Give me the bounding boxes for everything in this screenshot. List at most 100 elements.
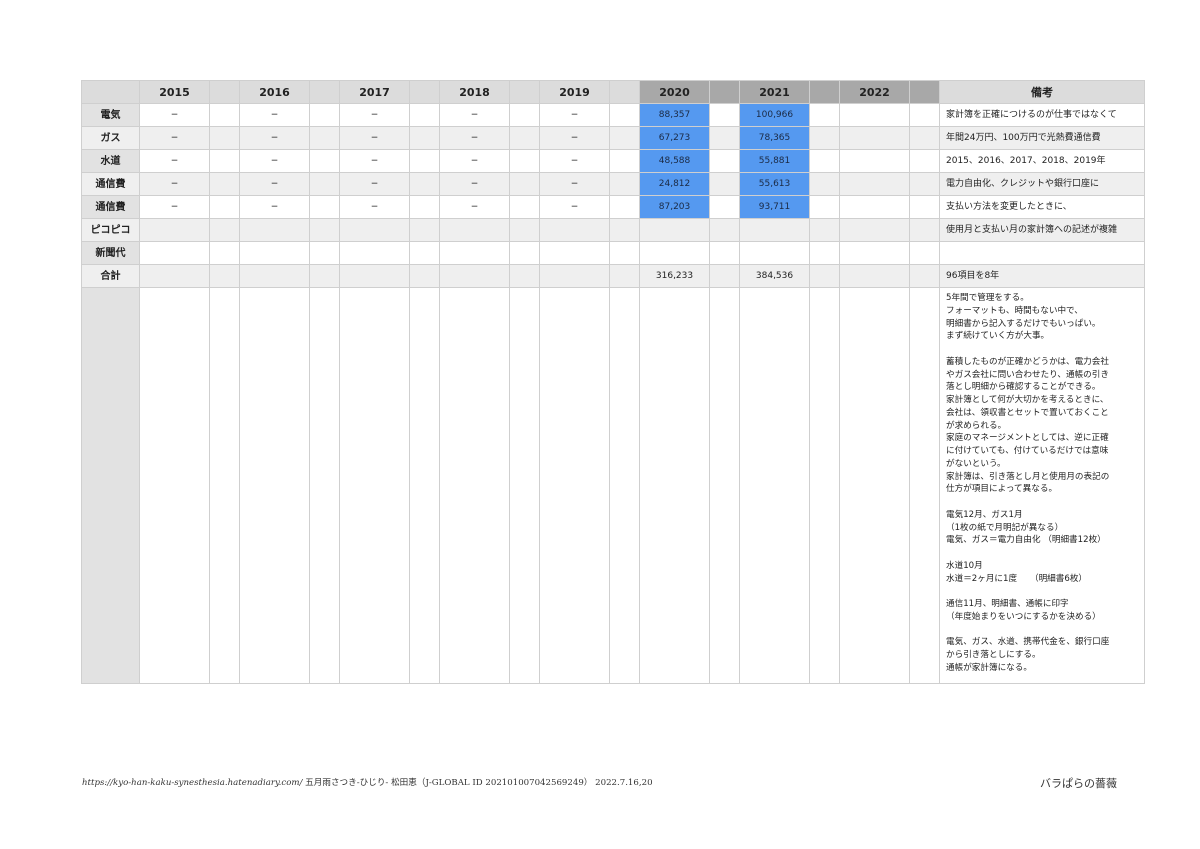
- cell-2018[interactable]: [439, 218, 510, 242]
- cell-2019[interactable]: −: [539, 149, 610, 173]
- cell-2016[interactable]: −: [239, 195, 310, 219]
- cell-spacer: [509, 241, 540, 265]
- cell-spacer: [209, 172, 240, 196]
- cell-2022[interactable]: [839, 241, 910, 265]
- row-note[interactable]: 96項目を8年: [939, 264, 1145, 288]
- cell-spacer: [709, 103, 740, 127]
- cell-2016[interactable]: −: [239, 103, 310, 127]
- cell-2021[interactable]: [739, 241, 810, 265]
- cell-2018[interactable]: −: [439, 103, 510, 127]
- cell-2016[interactable]: [239, 264, 310, 288]
- cell-2015[interactable]: [139, 218, 210, 242]
- footer-title: バラぱらの薔薇: [1040, 777, 1117, 790]
- cell-2015[interactable]: −: [139, 195, 210, 219]
- cell-2019[interactable]: −: [539, 172, 610, 196]
- cell-2022[interactable]: [839, 195, 910, 219]
- cell-2016[interactable]: [239, 218, 310, 242]
- header-spacer: [309, 80, 340, 104]
- cell-2016[interactable]: −: [239, 149, 310, 173]
- cell-2022[interactable]: [839, 172, 910, 196]
- cell-2020[interactable]: 88,357: [639, 103, 710, 127]
- cell-2019[interactable]: −: [539, 195, 610, 219]
- row-note[interactable]: 家計簿を正確につけるのが仕事ではなくて: [939, 103, 1145, 127]
- empty-cell: [409, 287, 440, 684]
- cell-2017[interactable]: −: [339, 103, 410, 127]
- cell-spacer: [409, 195, 440, 219]
- cell-2020[interactable]: 24,812: [639, 172, 710, 196]
- cell-2017[interactable]: −: [339, 149, 410, 173]
- cell-2016[interactable]: −: [239, 172, 310, 196]
- cell-2020[interactable]: 316,233: [639, 264, 710, 288]
- memo-text[interactable]: 5年間で管理をする。 フォーマットも、時間もない中で、 明細書から記入するだけで…: [939, 287, 1145, 684]
- cell-spacer: [809, 126, 840, 150]
- cell-2022[interactable]: [839, 103, 910, 127]
- cell-spacer: [709, 195, 740, 219]
- cell-2021[interactable]: [739, 218, 810, 242]
- cell-2022[interactable]: [839, 149, 910, 173]
- cell-spacer: [909, 149, 940, 173]
- cell-spacer: [409, 103, 440, 127]
- cell-2019[interactable]: −: [539, 103, 610, 127]
- cell-2015[interactable]: [139, 264, 210, 288]
- cell-2017[interactable]: [339, 218, 410, 242]
- cell-2020[interactable]: [639, 218, 710, 242]
- row-note[interactable]: 年間24万円、100万円で光熱費通信費: [939, 126, 1145, 150]
- cell-2015[interactable]: −: [139, 172, 210, 196]
- empty-cell: [209, 287, 240, 684]
- cell-2015[interactable]: −: [139, 149, 210, 173]
- cell-2015[interactable]: −: [139, 126, 210, 150]
- cell-2022[interactable]: [839, 126, 910, 150]
- table-row: ガス − − − − −67,273 78,365 年間24万円、100万円で光熱費通信費: [81, 126, 1145, 150]
- row-note[interactable]: 使用月と支払い月の家計簿への記述が複雑: [939, 218, 1145, 242]
- cell-2017[interactable]: −: [339, 126, 410, 150]
- cell-2015[interactable]: −: [139, 103, 210, 127]
- header-spacer: [609, 80, 640, 104]
- cell-2016[interactable]: −: [239, 126, 310, 150]
- row-note[interactable]: 2015、2016、2017、2018、2019年: [939, 149, 1145, 173]
- cell-2020[interactable]: 67,273: [639, 126, 710, 150]
- cell-spacer: [409, 241, 440, 265]
- cell-2015[interactable]: [139, 241, 210, 265]
- cell-2022[interactable]: [839, 218, 910, 242]
- cell-2021[interactable]: 55,881: [739, 149, 810, 173]
- table-row: 合計 316,233 384,536 96項目を8年: [81, 264, 1145, 288]
- cell-2018[interactable]: [439, 264, 510, 288]
- cell-spacer: [809, 172, 840, 196]
- cell-2018[interactable]: −: [439, 172, 510, 196]
- cell-2019[interactable]: [539, 218, 610, 242]
- cell-2016[interactable]: [239, 241, 310, 265]
- cell-2020[interactable]: 87,203: [639, 195, 710, 219]
- row-note[interactable]: 電力自由化、クレジットや銀行口座に: [939, 172, 1145, 196]
- cell-2021[interactable]: 384,536: [739, 264, 810, 288]
- cell-2020[interactable]: [639, 241, 710, 265]
- cell-2017[interactable]: [339, 264, 410, 288]
- row-label: 電気: [81, 103, 140, 127]
- cell-2021[interactable]: 55,613: [739, 172, 810, 196]
- cell-2017[interactable]: −: [339, 195, 410, 219]
- cell-2018[interactable]: −: [439, 149, 510, 173]
- empty-cell: [809, 287, 840, 684]
- cell-2020[interactable]: 48,588: [639, 149, 710, 173]
- cell-2017[interactable]: [339, 241, 410, 265]
- row-note[interactable]: [939, 241, 1145, 265]
- cell-2018[interactable]: −: [439, 195, 510, 219]
- header-year-2022: 2022: [839, 80, 910, 104]
- cell-2019[interactable]: [539, 241, 610, 265]
- cell-2018[interactable]: −: [439, 126, 510, 150]
- cell-2021[interactable]: 93,711: [739, 195, 810, 219]
- cell-2021[interactable]: 100,966: [739, 103, 810, 127]
- cell-spacer: [909, 172, 940, 196]
- empty-cell: [539, 287, 610, 684]
- cell-2021[interactable]: 78,365: [739, 126, 810, 150]
- header-notes: 備考: [939, 80, 1145, 104]
- row-note[interactable]: 支払い方法を変更したときに、: [939, 195, 1145, 219]
- cell-2017[interactable]: −: [339, 172, 410, 196]
- row-label: 通信費: [81, 172, 140, 196]
- header-year-2015: 2015: [139, 80, 210, 104]
- cell-2018[interactable]: [439, 241, 510, 265]
- header-spacer: [209, 80, 240, 104]
- cell-2019[interactable]: −: [539, 126, 610, 150]
- row-label: ガス: [81, 126, 140, 150]
- cell-2019[interactable]: [539, 264, 610, 288]
- cell-2022[interactable]: [839, 264, 910, 288]
